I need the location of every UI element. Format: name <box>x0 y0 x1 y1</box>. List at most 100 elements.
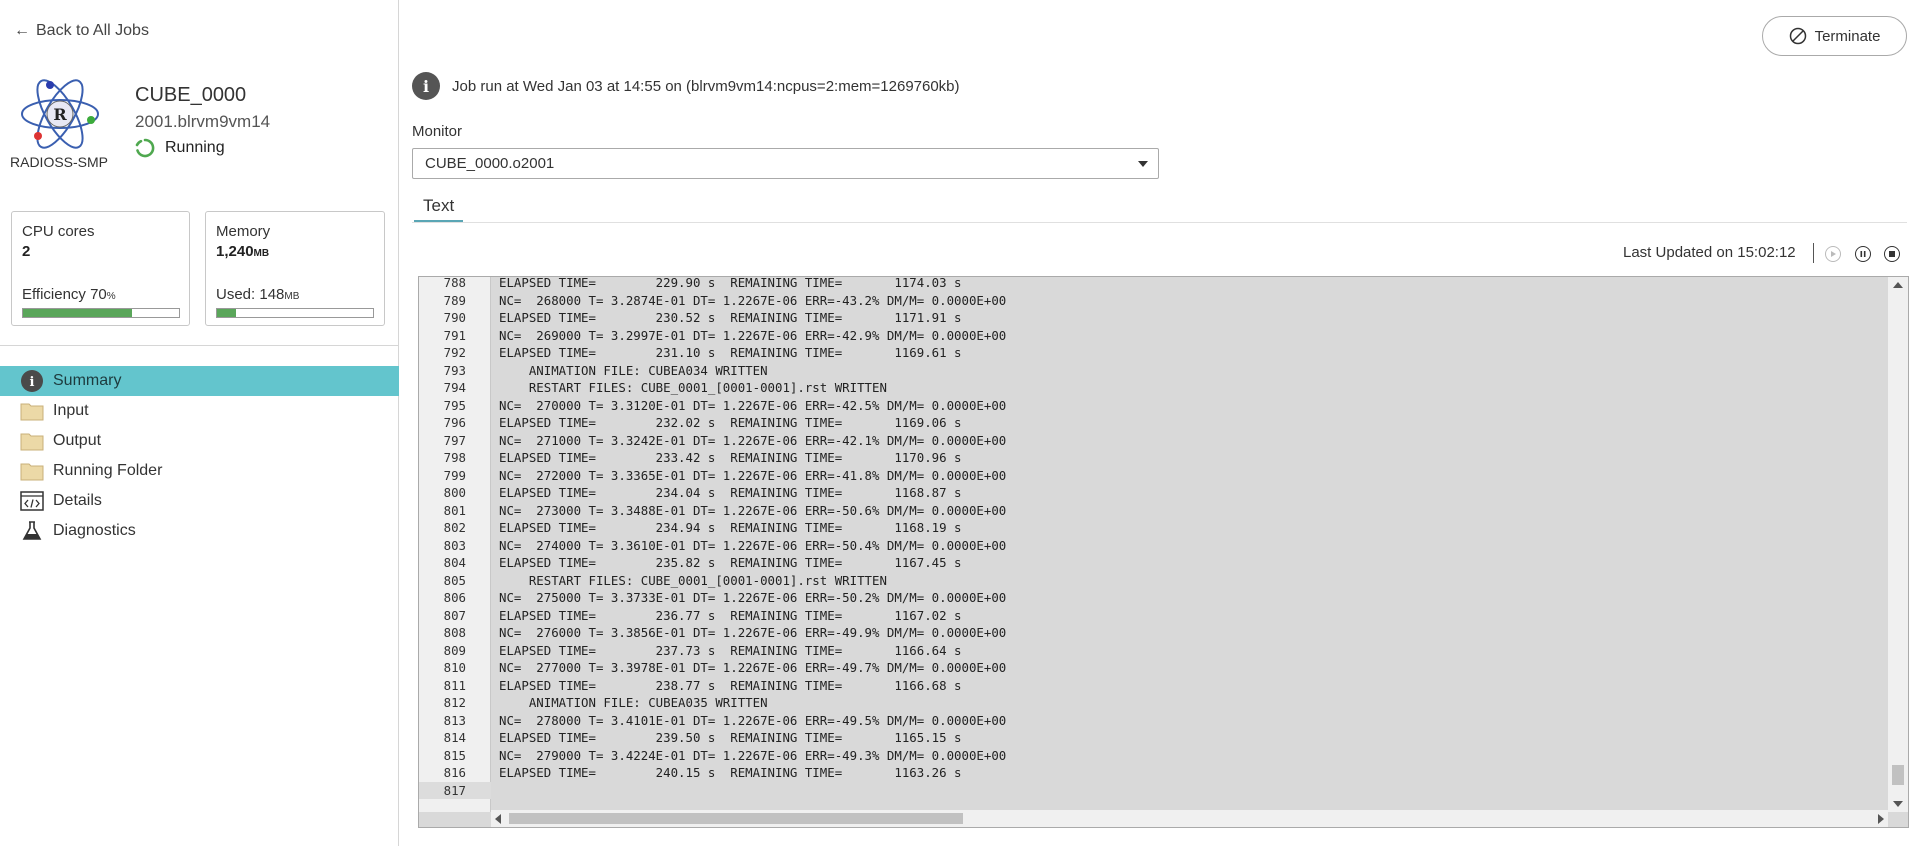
memory-card: Memory 1,240MB Used: 148MB <box>205 211 385 326</box>
memory-used-unit: MB <box>284 291 300 302</box>
terminate-button[interactable]: Terminate <box>1762 16 1907 56</box>
line-text: ELAPSED TIME= 234.94 s REMAINING TIME= 1… <box>499 520 962 535</box>
log-line: 789 NC= 268000 T= 3.2874E-01 DT= 1.2267E-… <box>419 292 1889 310</box>
chevron-down-icon <box>1138 161 1148 167</box>
line-text: ELAPSED TIME= 231.10 s REMAINING TIME= 1… <box>499 345 962 360</box>
line-number: 806 <box>443 590 466 605</box>
sidebar-item-label: Summary <box>53 372 122 389</box>
line-text: ELAPSED TIME= 234.04 s REMAINING TIME= 1… <box>499 485 962 500</box>
line-number: 808 <box>443 625 466 640</box>
tab-text[interactable]: Text <box>414 196 464 222</box>
log-line: 794 RESTART FILES: CUBE_0001_[0001-0001]… <box>419 379 1889 397</box>
line-number: 801 <box>443 502 466 518</box>
play-button[interactable] <box>1825 246 1841 262</box>
back-to-jobs-link[interactable]: ← Back to All Jobs <box>14 22 149 40</box>
vertical-scroll-thumb[interactable] <box>1892 765 1904 785</box>
monitor-label: Monitor <box>412 123 463 140</box>
line-text: NC= 270000 T= 3.3120E-01 DT= 1.2267E-06 … <box>499 397 1007 413</box>
log-line: 815 NC= 279000 T= 3.4224E-01 DT= 1.2267E-… <box>419 747 1889 765</box>
job-run-info: i Job run at Wed Jan 03 at 14:55 on (blr… <box>412 72 960 100</box>
line-number: 799 <box>443 467 466 483</box>
running-spinner-icon <box>135 138 155 158</box>
line-number: 811 <box>443 677 466 693</box>
memory-value: 1,240MB <box>216 243 374 260</box>
log-line: 795 NC= 270000 T= 3.3120E-01 DT= 1.2267E-… <box>419 397 1889 415</box>
line-number: 810 <box>443 660 466 675</box>
main-panel: Terminate i Job run at Wed Jan 03 at 14:… <box>400 0 1915 846</box>
flask-icon <box>19 520 45 542</box>
line-number: 802 <box>443 520 466 535</box>
log-line: 791 NC= 269000 T= 3.2997E-01 DT= 1.2267E-… <box>419 327 1889 345</box>
line-number: 795 <box>443 397 466 413</box>
folder-icon <box>19 430 45 452</box>
line-text: NC= 274000 T= 3.3610E-01 DT= 1.2267E-06 … <box>499 537 1007 553</box>
line-number: 797 <box>443 432 466 448</box>
scroll-right-arrow-icon[interactable] <box>1878 814 1884 824</box>
horizontal-scrollbar[interactable] <box>491 810 1888 827</box>
line-number: 813 <box>443 712 466 728</box>
line-number: 814 <box>443 730 466 745</box>
line-text: ANIMATION FILE: CUBEA034 WRITTEN <box>499 362 768 378</box>
monitor-select[interactable]: CUBE_0000.o2001 <box>412 148 1159 179</box>
log-line: 808 NC= 276000 T= 3.3856E-01 DT= 1.2267E-… <box>419 624 1889 642</box>
sidebar-item-label: Input <box>53 402 89 419</box>
sidebar-item-running-folder[interactable]: Running Folder <box>0 456 399 486</box>
log-line: 804 ELAPSED TIME= 235.82 s REMAINING TIME… <box>419 554 1889 572</box>
line-number: 794 <box>443 380 466 395</box>
memory-label: Memory <box>216 223 271 240</box>
toolbar-separator <box>1813 243 1814 263</box>
scroll-left-arrow-icon[interactable] <box>495 814 501 824</box>
sidebar-item-diagnostics[interactable]: Diagnostics <box>0 516 399 546</box>
log-line: 817 <box>419 781 1889 800</box>
log-line: 811 ELAPSED TIME= 238.77 s REMAINING TIME… <box>419 677 1889 695</box>
log-line: 803 NC= 274000 T= 3.3610E-01 DT= 1.2267E-… <box>419 537 1889 555</box>
sidebar-divider <box>0 345 399 346</box>
line-text <box>491 782 499 800</box>
sidebar-item-input[interactable]: Input <box>0 396 399 426</box>
scroll-up-arrow-icon[interactable] <box>1893 282 1903 288</box>
log-viewer[interactable]: 788 ELAPSED TIME= 229.90 s REMAINING TIME… <box>418 276 1909 828</box>
log-lines: 788 ELAPSED TIME= 229.90 s REMAINING TIME… <box>419 277 1889 800</box>
arrow-left-icon: ← <box>14 22 30 39</box>
line-number: 792 <box>443 345 466 360</box>
sidebar-item-details[interactable]: Details <box>0 486 399 516</box>
svg-text:i: i <box>30 375 35 390</box>
efficiency-bar-fill <box>23 309 133 317</box>
line-number: 805 <box>443 572 466 588</box>
log-line: 792 ELAPSED TIME= 231.10 s REMAINING TIME… <box>419 344 1889 362</box>
solver-name: RADIOSS-SMP <box>10 154 109 170</box>
pause-button[interactable] <box>1855 246 1871 262</box>
cpu-cores-card: CPU cores 2 Efficiency 70% <box>11 211 190 326</box>
stop-button[interactable] <box>1884 246 1900 262</box>
line-text: NC= 268000 T= 3.2874E-01 DT= 1.2267E-06 … <box>499 292 1007 308</box>
sidebar-item-output[interactable]: Output <box>0 426 399 456</box>
memory-value-number: 1,240 <box>216 243 254 260</box>
folder-icon <box>19 400 45 422</box>
line-text: ELAPSED TIME= 235.82 s REMAINING TIME= 1… <box>499 555 962 570</box>
efficiency-bar <box>22 308 180 318</box>
line-text: ANIMATION FILE: CUBEA035 WRITTEN <box>499 695 768 710</box>
sidebar-item-summary[interactable]: i Summary <box>0 366 399 396</box>
log-line: 790 ELAPSED TIME= 230.52 s REMAINING TIME… <box>419 309 1889 327</box>
line-text: NC= 275000 T= 3.3733E-01 DT= 1.2267E-06 … <box>499 590 1007 605</box>
line-text: NC= 276000 T= 3.3856E-01 DT= 1.2267E-06 … <box>499 625 1007 640</box>
vertical-scrollbar[interactable] <box>1888 277 1908 812</box>
line-number: 793 <box>443 362 466 378</box>
log-line: 800 ELAPSED TIME= 234.04 s REMAINING TIME… <box>419 484 1889 502</box>
stop-icon <box>1889 251 1895 257</box>
prohibit-icon <box>1789 27 1806 45</box>
memory-used-bar-fill <box>217 309 236 317</box>
line-number: 812 <box>443 695 466 710</box>
horizontal-scroll-thumb[interactable] <box>509 813 963 824</box>
scroll-down-arrow-icon[interactable] <box>1893 801 1903 807</box>
folder-icon <box>19 460 45 482</box>
line-text: RESTART FILES: CUBE_0001_[0001-0001].rst… <box>499 572 887 588</box>
log-line: 813 NC= 278000 T= 3.4101E-01 DT= 1.2267E-… <box>419 712 1889 730</box>
log-line: 816 ELAPSED TIME= 240.15 s REMAINING TIME… <box>419 764 1889 782</box>
line-text: ELAPSED TIME= 236.77 s REMAINING TIME= 1… <box>499 607 962 623</box>
log-line: 810 NC= 277000 T= 3.3978E-01 DT= 1.2267E-… <box>419 659 1889 677</box>
sidebar-item-label: Diagnostics <box>53 522 136 539</box>
info-icon: i <box>412 72 440 100</box>
line-text: ELAPSED TIME= 240.15 s REMAINING TIME= 1… <box>499 765 962 780</box>
job-status: Running <box>135 138 225 158</box>
